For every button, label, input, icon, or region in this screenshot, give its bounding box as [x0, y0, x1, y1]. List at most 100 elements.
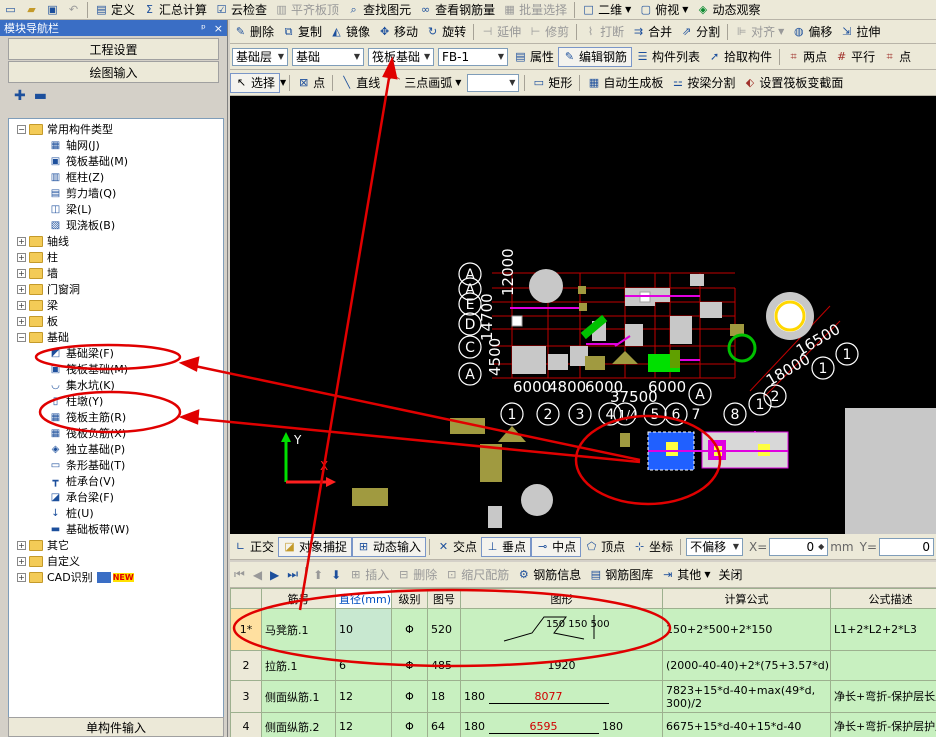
dynamic-input-toggle[interactable]: ⊞ 动态输入 — [352, 536, 427, 557]
coordinate-snap[interactable]: ⊹ 坐标 — [629, 537, 677, 557]
bar-name-cell[interactable]: 侧面纵筋.2 — [261, 712, 336, 737]
tree-node[interactable]: ▧ 现浇板(B) — [9, 217, 223, 233]
close-icon[interactable]: × — [214, 22, 223, 35]
view-top-dropdown[interactable]: ▢ 俯视 ▼ — [635, 0, 692, 19]
menu-summary[interactable]: Σ 汇总计算 — [139, 0, 211, 19]
tree-node[interactable]: ▣ 筏板基础(M) — [9, 153, 223, 169]
diameter-cell[interactable]: 10 — [335, 608, 392, 651]
chevron-down-icon[interactable]: ▼ — [280, 78, 286, 87]
view-2d-dropdown[interactable]: □ 二维 ▼ — [578, 0, 635, 19]
tree-node[interactable]: + 柱 — [9, 249, 223, 265]
row-number[interactable]: 3 — [230, 680, 262, 713]
save-file-button[interactable]: ▣ — [42, 0, 63, 19]
split-by-beam-button[interactable]: ⚍ 按梁分割 — [667, 73, 739, 93]
tree-node[interactable]: + 梁 — [9, 297, 223, 313]
x-coordinate-input[interactable]: 0 ◆ — [769, 537, 829, 556]
grade-cell[interactable]: Φ — [391, 650, 428, 681]
next-record-button[interactable]: ▶ — [266, 565, 283, 585]
tree-node[interactable]: − 基础 — [9, 329, 223, 345]
expand-icon[interactable]: + — [17, 300, 26, 310]
tree-node[interactable]: + 其它 — [9, 537, 223, 553]
tree-node[interactable]: ▬ 基础板带(W) — [9, 521, 223, 537]
scale-rebar-button[interactable]: ⊡ 缩尺配筋 — [441, 565, 513, 585]
mirror-button[interactable]: ◭ 镜像 — [326, 22, 374, 42]
grade-cell[interactable]: Φ — [391, 712, 428, 737]
col-figure-no[interactable]: 图号 — [427, 588, 461, 609]
col-formula-desc[interactable]: 公式描述 — [830, 588, 936, 609]
tree-node[interactable]: ▣ 筏板基础(M) — [9, 361, 223, 377]
move-up-button[interactable]: ⬆ — [309, 565, 327, 585]
trim-button[interactable]: ⊢ 修剪 — [525, 22, 573, 42]
first-record-button[interactable]: ⏮ — [230, 565, 249, 585]
drawing-canvas[interactable]: A A E D C B A 1 2 3 4 1/4 5 6 A 7 8 1 2 … — [230, 96, 936, 534]
tree-node[interactable]: ◡ 集水坑(K) — [9, 377, 223, 393]
bar-name-cell[interactable]: 拉筋.1 — [261, 650, 336, 681]
collapse-icon[interactable]: − — [17, 124, 26, 134]
menu-view-rebar[interactable]: ∞ 查看钢筋量 — [415, 0, 499, 19]
extend-button[interactable]: ⊣ 延伸 — [477, 22, 525, 42]
bar-name-cell[interactable]: 马凳筋.1 — [261, 608, 336, 651]
select-button[interactable]: ↖ 选择 — [230, 72, 281, 93]
menu-define[interactable]: ▤ 定义 — [91, 0, 139, 19]
row-number[interactable]: 1* — [230, 608, 262, 651]
move-down-button[interactable]: ⬇ — [327, 565, 345, 585]
tree-node[interactable]: + 轴线 — [9, 233, 223, 249]
tree-node[interactable]: ◩ 基础梁(F) — [9, 345, 223, 361]
collapse-all-icon[interactable]: ▬ — [34, 88, 47, 104]
expand-icon[interactable]: + — [17, 268, 26, 278]
shape-cell[interactable]: 180 8077 — [460, 680, 663, 713]
tree-node[interactable]: ◈ 独立基础(P) — [9, 441, 223, 457]
formula-desc-cell[interactable]: 净长+弯折-保护层护层 — [830, 712, 936, 737]
col-shape[interactable]: 图形 — [460, 588, 663, 609]
intersection-snap[interactable]: ✕ 交点 — [433, 537, 481, 557]
edit-rebar-button[interactable]: ✎ 编辑钢筋 — [558, 46, 633, 67]
tree-node[interactable]: ▦ 轴网(J) — [9, 137, 223, 153]
formula-cell[interactable]: 6675+15*d-40+15*d-40 — [662, 712, 831, 737]
menu-find-element[interactable]: ⌕ 查找图元 — [343, 0, 415, 19]
midpoint-snap[interactable]: ⊸ 中点 — [531, 536, 582, 557]
figure-no-cell[interactable]: 64 — [427, 712, 461, 737]
delete-button[interactable]: ✎ 删除 — [230, 22, 278, 42]
tree-node[interactable]: ▦ 筏板负筋(X) — [9, 425, 223, 441]
diameter-cell[interactable]: 12 — [335, 712, 392, 737]
perpendicular-snap[interactable]: ⊥ 垂点 — [481, 536, 532, 557]
figure-no-cell[interactable]: 485 — [427, 650, 461, 681]
figure-no-cell[interactable]: 520 — [427, 608, 461, 651]
ortho-toggle[interactable]: ∟ 正交 — [230, 537, 278, 557]
tree-node[interactable]: + 墙 — [9, 265, 223, 281]
formula-cell[interactable]: 150+2*500+2*150 — [662, 608, 831, 651]
tree-node[interactable]: ▭ 条形基础(T) — [9, 457, 223, 473]
formula-cell[interactable]: 7823+15*d-40+max(49*d, 300)/2 — [662, 680, 831, 713]
diameter-cell[interactable]: 12 — [335, 680, 392, 713]
expand-icon[interactable]: + — [17, 316, 26, 326]
col-formula[interactable]: 计算公式 — [662, 588, 831, 609]
expand-icon[interactable]: + — [17, 236, 26, 246]
prev-record-button[interactable]: ◀ — [249, 565, 266, 585]
delete-row-button[interactable]: ⊟ 删除 — [393, 565, 441, 585]
tree-node[interactable]: + 板 — [9, 313, 223, 329]
table-row[interactable]: 4 侧面纵筋.2 12 Φ 64 180 6595 180 6675+15*d-… — [230, 712, 936, 737]
table-row[interactable]: 2 拉筋.1 6 Φ 485 1920 (2000-40-40)+2*(75+3… — [230, 650, 936, 681]
project-settings-button[interactable]: 工程设置 — [8, 38, 219, 60]
tree-node[interactable]: ◪ 承台梁(F) — [9, 489, 223, 505]
expand-icon[interactable]: + — [17, 252, 26, 262]
grade-cell[interactable]: Φ — [391, 680, 428, 713]
expand-icon[interactable]: + — [17, 284, 26, 294]
offset-button[interactable]: ◍ 偏移 — [788, 22, 836, 42]
draw-rect-button[interactable]: ▭ 矩形 — [528, 73, 576, 93]
formula-desc-cell[interactable]: L1+2*L2+2*L3 — [830, 608, 936, 651]
menu-cloud-check[interactable]: ☑ 云检查 — [211, 0, 271, 19]
tree-node[interactable]: − 常用构件类型 — [9, 121, 223, 137]
tree-node[interactable]: ▤ 剪力墙(Q) — [9, 185, 223, 201]
tree-node[interactable]: + 门窗洞 — [9, 281, 223, 297]
bar-name-cell[interactable]: 侧面纵筋.1 — [261, 680, 336, 713]
layer-select[interactable]: 基础层 ▼ — [232, 47, 288, 66]
tree-node[interactable]: ▥ 框柱(Z) — [9, 169, 223, 185]
object-snap-toggle[interactable]: ◪ 对象捕捉 — [278, 536, 353, 557]
new-file-button[interactable]: ▭ — [0, 0, 21, 19]
tree-node[interactable]: ▦ 筏板主筋(R) — [9, 409, 223, 425]
rebar-library-button[interactable]: ▤ 钢筋图库 — [585, 565, 657, 585]
draw-arc3-button[interactable]: ⌒ 三点画弧 ▼ — [384, 73, 465, 93]
other-dropdown[interactable]: ⇥ 其他 ▼ — [657, 565, 714, 585]
collapse-icon[interactable]: − — [17, 332, 26, 342]
